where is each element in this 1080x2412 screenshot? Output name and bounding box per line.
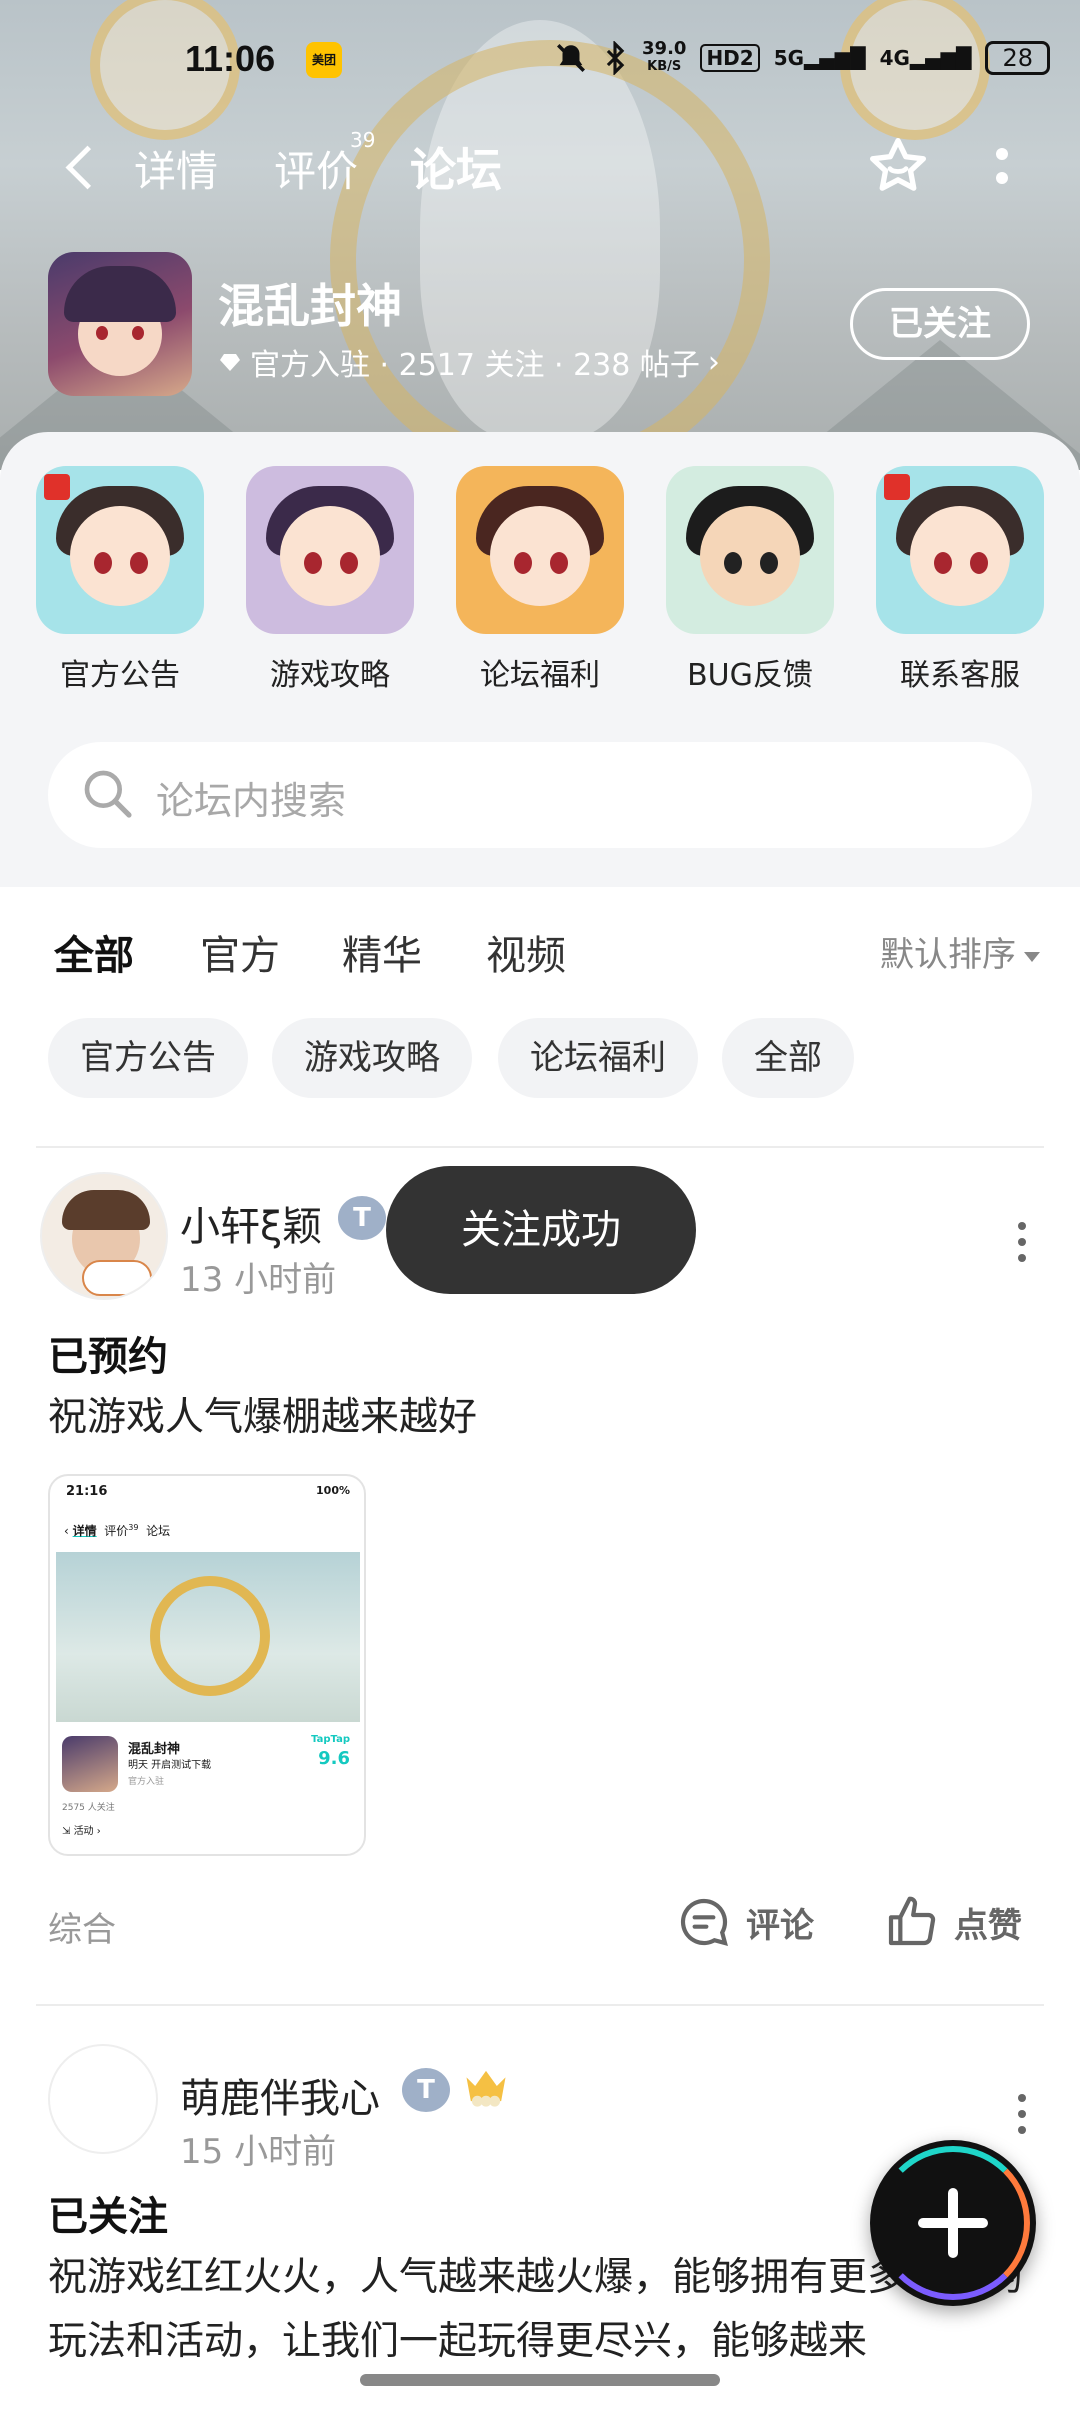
forum-search[interactable]: 论坛内搜索 [48, 742, 1032, 848]
meituan-notification-icon: 美团 [306, 42, 342, 78]
chip-game-guide[interactable]: 游戏攻略 [272, 1018, 472, 1098]
search-input[interactable]: 论坛内搜索 [156, 770, 346, 825]
feed-tabs: 全部 官方 精华 视频 默认排序 [0, 887, 1080, 1007]
shortcut-customer-service[interactable]: 联系客服 [860, 466, 1060, 694]
follow-button[interactable]: 已关注 [850, 288, 1030, 360]
shortcut-official-notice[interactable]: 官方公告 [20, 466, 220, 694]
more-icon[interactable] [1018, 1222, 1028, 1262]
divider [36, 1146, 1044, 1148]
comment-icon [680, 1898, 728, 1946]
level-badge-icon: T [338, 1196, 386, 1240]
avatar[interactable] [40, 1172, 168, 1300]
more-menu-icon[interactable] [996, 148, 1010, 188]
category-chips: 官方公告 游戏攻略 论坛福利 全部 [0, 1018, 1080, 1098]
game-icon [48, 252, 192, 396]
home-indicator[interactable] [360, 2374, 720, 2386]
post-body: 祝游戏人气爆棚越来越好 [48, 1395, 478, 1440]
shortcut-avatar-icon [666, 466, 834, 634]
tab-forum[interactable]: 论坛 [410, 134, 502, 200]
hd-icon: HD2 [700, 44, 760, 72]
post-title: 已关注 [48, 2194, 168, 2240]
username[interactable]: 萌鹿伴我心 [180, 2066, 380, 2124]
post-time: 13 小时前 [180, 1260, 337, 1300]
like-button[interactable]: 点赞 [884, 1894, 1022, 1950]
game-info: 混乱封神 官方入驻 · 2517 关注 · 238 帖子 › 已关注 [0, 250, 1080, 400]
tab-reviews[interactable]: 评价 39 [274, 128, 375, 199]
feed-tab-official[interactable]: 官方 [200, 923, 280, 981]
post-category: 综合 [48, 1910, 116, 1950]
signal-4g-icon: 4G▂▄▆█ [879, 46, 972, 70]
caret-down-icon [1024, 951, 1040, 962]
feed-tab-video[interactable]: 视频 [486, 923, 566, 981]
back-arrow-icon[interactable] [60, 138, 100, 194]
mute-bell-icon [557, 43, 586, 73]
sort-dropdown[interactable]: 默认排序 [880, 927, 1040, 976]
shortcut-avatar-icon [246, 466, 414, 634]
game-title: 混乱封神 [218, 279, 402, 333]
game-header-banner: 11:06 美团 39.0 KB/S HD2 5G▂▄▆█ 4G▂▄▆█ 28 … [0, 0, 1080, 470]
shortcut-avatar-icon [456, 466, 624, 634]
username[interactable]: 小轩ξ颖 [180, 1194, 322, 1252]
tab-details[interactable]: 详情 [134, 138, 218, 199]
post-time: 15 小时前 [180, 2132, 337, 2172]
diamond-icon [220, 354, 240, 371]
new-post-button[interactable] [870, 2140, 1036, 2306]
comment-button[interactable]: 评论 [676, 1894, 814, 1950]
top-nav: 详情 评价 39 论坛 [0, 128, 1080, 208]
shortcut-bug-feedback[interactable]: BUG反馈 [650, 466, 850, 694]
chevron-right-icon: › [707, 344, 720, 380]
avatar[interactable] [48, 2044, 158, 2154]
game-stats: 官方入驻 · 2517 关注 · 238 帖子 [250, 348, 700, 383]
crown-icon [466, 2070, 506, 2107]
game-stats-link[interactable]: 官方入驻 · 2517 关注 · 238 帖子 › [218, 340, 720, 384]
bluetooth-icon [606, 41, 625, 75]
chip-official-notice[interactable]: 官方公告 [48, 1018, 248, 1098]
feed-tab-featured[interactable]: 精华 [342, 923, 422, 981]
shortcut-forum-welfare[interactable]: 论坛福利 [440, 466, 640, 694]
shortcut-avatar-icon [36, 466, 204, 634]
post-title: 已预约 [48, 1334, 168, 1380]
status-time: 11:06 [185, 38, 276, 79]
search-icon [84, 770, 132, 818]
favorite-star-icon[interactable] [866, 134, 930, 198]
forum-panel: 官方公告 游戏攻略 论坛福利 BUG反馈 联系客服 论坛内搜索 [0, 432, 1080, 887]
post-image[interactable]: 21:16 100% ‹ 详情 评价39 论坛 混乱封神 明天 开启测试下载 官… [48, 1474, 366, 1856]
more-icon[interactable] [1018, 2094, 1028, 2134]
signal-5g-icon: 5G▂▄▆█ [773, 46, 866, 70]
status-icons: 39.0 KB/S HD2 5G▂▄▆█ 4G▂▄▆█ 28 [554, 40, 1050, 76]
status-bar: 11:06 美团 39.0 KB/S HD2 5G▂▄▆█ 4G▂▄▆█ 28 [0, 30, 1080, 90]
feed-tab-all[interactable]: 全部 [54, 923, 134, 983]
chip-all[interactable]: 全部 [722, 1018, 854, 1098]
thumbs-up-icon [888, 1896, 936, 1946]
shortcut-avatar-icon [876, 466, 1044, 634]
review-count-badge: 39 [350, 128, 376, 152]
shortcut-game-guide[interactable]: 游戏攻略 [230, 466, 430, 694]
level-badge-icon: T [402, 2068, 450, 2112]
toast-message: 关注成功 [386, 1166, 696, 1294]
shortcut-row: 官方公告 游戏攻略 论坛福利 BUG反馈 联系客服 [0, 466, 1080, 696]
network-speed: 39.0 KB/S [642, 38, 687, 75]
divider [36, 2004, 1044, 2006]
chip-forum-welfare[interactable]: 论坛福利 [498, 1018, 698, 1098]
battery-icon: 28 [985, 41, 1050, 75]
